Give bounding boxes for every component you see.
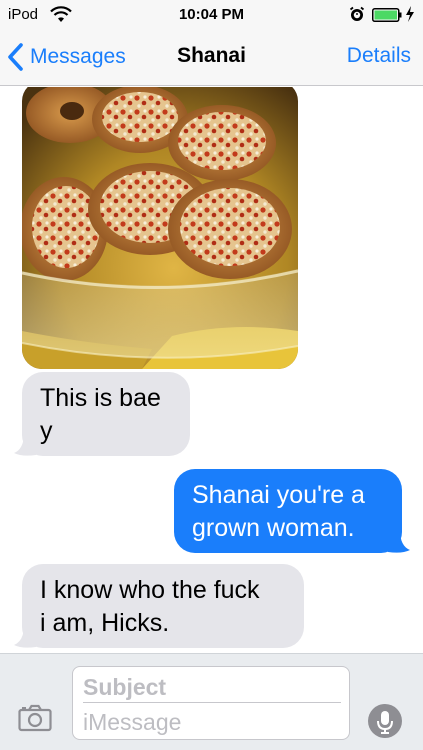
message-line: Shanai you're a — [192, 481, 365, 509]
message-line: This is bae — [40, 384, 161, 412]
incoming-photo-message[interactable] — [22, 87, 298, 369]
incoming-message-bubble[interactable]: This is bae y — [22, 372, 190, 456]
microphone-icon — [377, 711, 393, 734]
messages-screen: iPod 10:04 PM Messages Shanai Details Th… — [0, 0, 423, 750]
alarm-icon — [349, 6, 365, 22]
camera-button[interactable] — [18, 704, 52, 732]
camera-icon — [18, 704, 52, 732]
message-line: I know who the fuck — [40, 576, 260, 604]
message-line: grown woman. — [192, 514, 355, 542]
subject-field[interactable] — [83, 673, 341, 703]
battery-icon — [372, 8, 402, 22]
message-line: i am, Hicks. — [40, 609, 170, 637]
microphone-button[interactable] — [368, 704, 402, 738]
details-button[interactable]: Details — [347, 44, 411, 68]
pizza-bagels-photo — [22, 87, 298, 369]
charging-bolt-icon — [404, 5, 416, 23]
conversation-title: Shanai — [177, 44, 246, 67]
status-bar: iPod 10:04 PM — [0, 0, 423, 30]
imessage-field[interactable] — [83, 707, 341, 737]
back-button[interactable]: Messages — [6, 40, 126, 74]
compose-box — [72, 666, 350, 740]
incoming-message-bubble[interactable]: I know who the fuck i am, Hicks. — [22, 564, 304, 648]
chevron-left-icon — [8, 43, 23, 71]
navigation-bar: Messages Shanai Details — [0, 30, 423, 86]
outgoing-message-bubble[interactable]: Shanai you're a grown woman. — [174, 469, 402, 553]
message-line: y — [40, 417, 53, 445]
conversation-thread[interactable]: This is bae y Shanai you're a grown woma… — [0, 87, 423, 653]
message-input-bar — [0, 653, 423, 750]
